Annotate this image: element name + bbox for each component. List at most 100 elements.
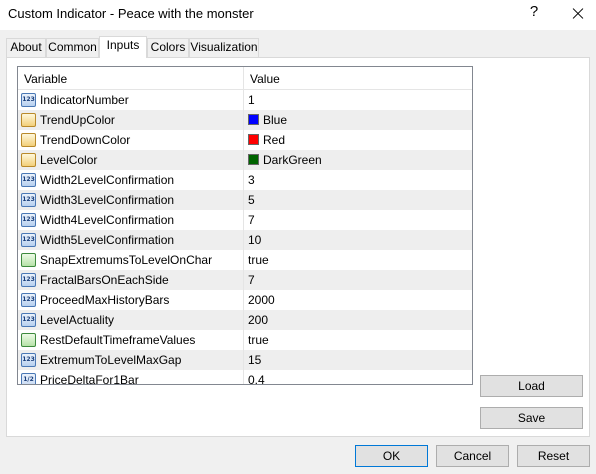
column-header-variable[interactable]: Variable — [24, 72, 67, 86]
table-row[interactable]: 1/2 PriceDeltaFor1Bar 0.4 — [18, 370, 472, 385]
integer-icon: 123 — [21, 193, 36, 207]
integer-icon: 123 — [21, 353, 36, 367]
variable-value[interactable]: 15 — [248, 353, 261, 367]
table-row[interactable]: 123 Width4LevelConfirmation 7 — [18, 210, 472, 230]
integer-icon: 123 — [21, 233, 36, 247]
variable-name: Width5LevelConfirmation — [40, 233, 175, 247]
variable-value-text: Red — [263, 133, 286, 147]
save-button[interactable]: Save — [480, 407, 583, 429]
variable-value[interactable]: 0.4 — [248, 373, 265, 385]
variable-value[interactable]: 3 — [248, 173, 255, 187]
column-divider[interactable] — [243, 67, 244, 90]
variable-name: ProceedMaxHistoryBars — [40, 293, 170, 307]
variable-value-text: 7 — [248, 273, 255, 287]
variable-value[interactable]: 1 — [248, 93, 255, 107]
column-divider — [243, 90, 244, 110]
double-icon: 1/2 — [21, 373, 36, 384]
table-row[interactable]: TrendDownColor Red — [18, 130, 472, 150]
variable-value-text: Blue — [263, 113, 288, 127]
color-icon — [21, 113, 36, 127]
color-swatch — [248, 114, 259, 125]
cancel-button[interactable]: Cancel — [436, 445, 509, 467]
variable-value[interactable]: true — [248, 253, 269, 267]
column-divider — [243, 290, 244, 310]
tab-colors[interactable]: Colors — [147, 38, 189, 57]
variable-value[interactable]: 10 — [248, 233, 261, 247]
column-divider — [243, 250, 244, 270]
color-icon — [21, 153, 36, 167]
integer-icon: 123 — [21, 173, 36, 187]
table-row[interactable]: LevelColor DarkGreen — [18, 150, 472, 170]
column-divider — [243, 350, 244, 370]
variable-value[interactable]: DarkGreen — [248, 153, 322, 167]
table-row[interactable]: 123 IndicatorNumber 1 — [18, 90, 472, 110]
column-divider — [243, 150, 244, 170]
table-row[interactable]: SnapExtremumsToLevelOnChar true — [18, 250, 472, 270]
close-icon[interactable] — [560, 0, 594, 28]
title-bar: Custom Indicator - Peace with the monste… — [0, 0, 596, 30]
table-row[interactable]: 123 Width3LevelConfirmation 5 — [18, 190, 472, 210]
variable-value[interactable]: 5 — [248, 193, 255, 207]
variable-name: Width4LevelConfirmation — [40, 213, 175, 227]
variable-value-text: true — [248, 333, 269, 347]
variable-value-text: 200 — [248, 313, 269, 327]
variable-name: TrendUpColor — [40, 113, 115, 127]
bool-icon — [21, 333, 36, 347]
integer-icon: 123 — [21, 93, 36, 107]
load-button[interactable]: Load — [480, 375, 583, 397]
tab-about[interactable]: About — [6, 38, 46, 57]
variable-value[interactable]: 200 — [248, 313, 268, 327]
column-divider — [243, 370, 244, 384]
variable-name: PriceDeltaFor1Bar — [40, 373, 139, 385]
inputs-grid: Variable Value 123 IndicatorNumber 1 TrendU… — [17, 66, 473, 385]
variable-value-text: 10 — [248, 233, 262, 247]
variable-name: Width2LevelConfirmation — [40, 173, 175, 187]
variable-value[interactable]: 7 — [248, 273, 255, 287]
window-title: Custom Indicator - Peace with the monste… — [8, 6, 254, 21]
help-button[interactable]: ? — [524, 3, 544, 20]
variable-value[interactable]: 7 — [248, 213, 255, 227]
variable-value-text: 15 — [248, 353, 262, 367]
column-divider — [243, 230, 244, 250]
column-divider — [243, 310, 244, 330]
variable-value[interactable]: Blue — [248, 113, 287, 127]
table-row[interactable]: 123 ProceedMaxHistoryBars 2000 — [18, 290, 472, 310]
variable-name: Width3LevelConfirmation — [40, 193, 175, 207]
variable-value[interactable]: true — [248, 333, 269, 347]
reset-button[interactable]: Reset — [517, 445, 590, 467]
variable-name: LevelActuality — [40, 313, 115, 327]
table-row[interactable]: RestDefaultTimeframeValues true — [18, 330, 472, 350]
tab-visualization[interactable]: Visualization — [189, 38, 259, 57]
bool-icon — [21, 253, 36, 267]
integer-icon: 123 — [21, 313, 36, 327]
variable-value-text: 0.4 — [248, 373, 265, 385]
table-row[interactable]: 123 Width2LevelConfirmation 3 — [18, 170, 472, 190]
table-row[interactable]: TrendUpColor Blue — [18, 110, 472, 130]
column-header-value[interactable]: Value — [250, 72, 280, 86]
inputs-panel: Variable Value 123 IndicatorNumber 1 TrendU… — [6, 57, 590, 437]
grid-header: Variable Value — [18, 67, 472, 90]
variable-value-text: 7 — [248, 213, 255, 227]
column-divider — [243, 190, 244, 210]
table-row[interactable]: 123 Width5LevelConfirmation 10 — [18, 230, 472, 250]
column-divider — [243, 130, 244, 150]
column-divider — [243, 170, 244, 190]
table-row[interactable]: 123 FractalBarsOnEachSide 7 — [18, 270, 472, 290]
tab-common[interactable]: Common — [46, 38, 99, 57]
column-divider — [243, 330, 244, 350]
variable-value[interactable]: Red — [248, 133, 285, 147]
integer-icon: 123 — [21, 293, 36, 307]
table-row[interactable]: 123 LevelActuality 200 — [18, 310, 472, 330]
tab-inputs[interactable]: Inputs — [99, 36, 147, 58]
ok-button[interactable]: OK — [355, 445, 428, 467]
variable-name: LevelColor — [40, 153, 98, 167]
variable-value-text: true — [248, 253, 269, 267]
variable-value-text: 2000 — [248, 293, 275, 307]
variable-value[interactable]: 2000 — [248, 293, 275, 307]
variable-name: SnapExtremumsToLevelOnChar — [40, 253, 213, 267]
color-swatch — [248, 134, 259, 145]
variable-name: FractalBarsOnEachSide — [40, 273, 169, 287]
color-icon — [21, 133, 36, 147]
column-divider — [243, 110, 244, 130]
table-row[interactable]: 123 ExtremumToLevelMaxGap 15 — [18, 350, 472, 370]
